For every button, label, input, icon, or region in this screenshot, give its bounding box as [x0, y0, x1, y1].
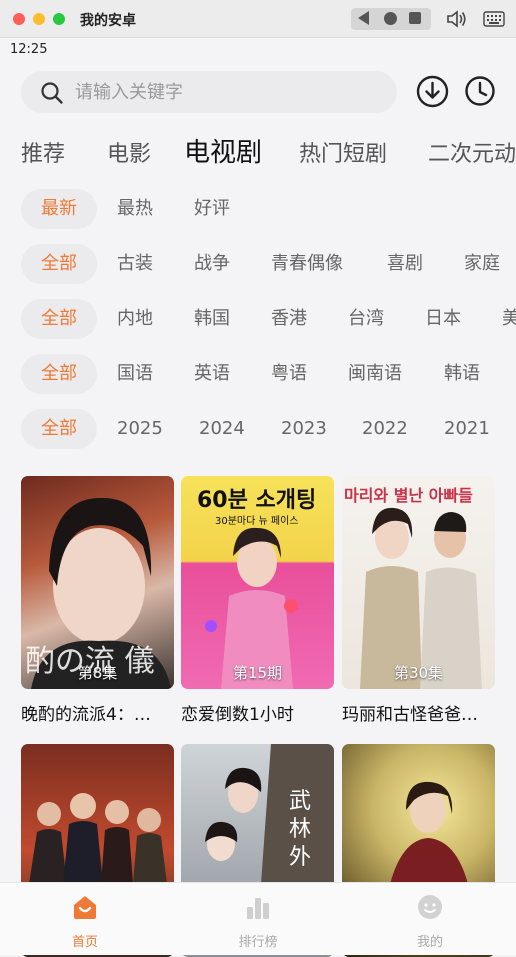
filter-genre-costume[interactable]: 古装: [117, 244, 153, 284]
filter-sort-latest[interactable]: 最新: [21, 189, 97, 229]
filter-language-english[interactable]: 英语: [194, 354, 230, 394]
volume-icon[interactable]: [446, 9, 468, 29]
ranking-icon: [247, 898, 269, 919]
filter-year-all[interactable]: 全部: [21, 409, 97, 449]
filter-year-2025[interactable]: 2025: [117, 409, 163, 449]
filter-year-2022[interactable]: 2022: [362, 409, 408, 449]
bottom-navigation: 首页 排行榜 我的: [0, 882, 516, 955]
search-bar[interactable]: [21, 71, 397, 113]
poster-art: [360, 507, 482, 689]
recents-icon[interactable]: [409, 12, 421, 24]
poster-image: 60분 소개팅 30분마다 뉴 페이스 第15期: [181, 476, 334, 689]
minimize-window-button[interactable]: [33, 13, 45, 25]
poster-image: 酌の流 儀 第8集: [21, 476, 174, 689]
filter-sort-top-rated[interactable]: 好评: [194, 189, 230, 229]
filter-row-genre: 全部 古装 战争 青春偶像 喜剧 家庭: [0, 244, 516, 284]
filter-row-year: 全部 2025 2024 2023 2022 2021: [0, 409, 516, 449]
nav-profile-label: 我的: [416, 935, 443, 950]
home-icon: [74, 896, 96, 919]
history-icon[interactable]: [464, 75, 496, 107]
nav-home-label: 首页: [71, 935, 98, 950]
filter-language-minnan[interactable]: 闽南语: [348, 354, 402, 394]
status-time: 12:25: [10, 42, 48, 57]
filter-language-korean[interactable]: 韩语: [444, 354, 480, 394]
poster-title-art: 60분 소개팅: [197, 488, 317, 513]
filter-genre-war[interactable]: 战争: [194, 244, 230, 284]
filter-year-2024[interactable]: 2024: [199, 409, 245, 449]
video-card[interactable]: 酌の流 儀 第8集 晚酌的流派4：…: [21, 476, 174, 726]
window-title: 我的安卓: [80, 13, 136, 29]
poster-subtitle-art: 30분마다 뉴 페이스: [215, 516, 299, 527]
maximize-window-button[interactable]: [53, 13, 65, 25]
filter-region-japan[interactable]: 日本: [425, 299, 461, 339]
keyboard-icon[interactable]: [483, 11, 505, 27]
episode-badge: 第30集: [393, 664, 444, 682]
poster-title-art: 武林外: [289, 789, 312, 870]
home-circle-icon[interactable]: [384, 12, 397, 25]
nav-ranking[interactable]: 排行榜: [198, 883, 318, 956]
filter-region-all[interactable]: 全部: [21, 299, 97, 339]
nav-ranking-label: 排行榜: [238, 935, 278, 950]
filter-genre-comedy[interactable]: 喜剧: [387, 244, 423, 284]
video-card[interactable]: [342, 744, 495, 957]
episode-badge: 第8集: [77, 664, 118, 682]
video-card[interactable]: 마리와 별난 아빠들 第30集 玛丽和古怪爸爸…: [342, 476, 495, 726]
filter-region-usa[interactable]: 美: [502, 299, 516, 339]
poster-title-art: 마리와 별난 아빠들: [344, 486, 473, 505]
filter-genre-youth-idol[interactable]: 青春偶像: [271, 244, 343, 284]
filter-region-hongkong[interactable]: 香港: [271, 299, 307, 339]
filter-language-mandarin[interactable]: 国语: [117, 354, 153, 394]
window-titlebar: 我的安卓: [0, 0, 516, 38]
profile-icon: [418, 895, 442, 919]
category-tabs: 推荐 电影 电视剧 热门短剧 二次元动: [0, 128, 516, 174]
filter-year-2023[interactable]: 2023: [281, 409, 327, 449]
tab-movies[interactable]: 电影: [107, 136, 151, 168]
filter-row-language: 全部 国语 英语 粤语 闽南语 韩语: [0, 354, 516, 394]
filter-sort-hottest[interactable]: 最热: [117, 189, 153, 229]
video-card[interactable]: [21, 744, 174, 957]
card-title: 恋爱倒数1小时: [181, 705, 294, 725]
tab-anime[interactable]: 二次元动: [428, 136, 516, 168]
episode-badge: 第15期: [232, 664, 283, 682]
filter-genre-family[interactable]: 家庭: [464, 244, 500, 284]
search-icon: [41, 82, 63, 104]
card-title: 玛丽和古怪爸爸…: [342, 705, 478, 725]
filter-language-all[interactable]: 全部: [21, 354, 97, 394]
filter-year-2021[interactable]: 2021: [444, 409, 490, 449]
back-icon[interactable]: [358, 11, 369, 25]
filter-language-cantonese[interactable]: 粤语: [271, 354, 307, 394]
download-icon[interactable]: [416, 75, 449, 108]
filter-region-korea[interactable]: 韩国: [194, 299, 230, 339]
tab-recommend[interactable]: 推荐: [21, 136, 65, 168]
tab-short-dramas[interactable]: 热门短剧: [299, 136, 387, 168]
search-input[interactable]: [75, 71, 375, 113]
card-title: 晚酌的流派4：…: [21, 705, 151, 725]
video-card[interactable]: 武林外: [181, 744, 334, 957]
filter-region-mainland[interactable]: 内地: [117, 299, 153, 339]
filter-row-sort: 最新 最热 好评: [0, 189, 516, 229]
video-card[interactable]: 60분 소개팅 30분마다 뉴 페이스 第15期 恋爱倒数1小时: [181, 476, 334, 726]
nav-home[interactable]: 首页: [25, 883, 145, 956]
filter-region-taiwan[interactable]: 台湾: [348, 299, 384, 339]
filter-row-region: 全部 内地 韩国 香港 台湾 日本 美: [0, 299, 516, 339]
poster-image: 마리와 별난 아빠들 第30集: [342, 476, 495, 689]
nav-profile[interactable]: 我的: [370, 883, 490, 956]
close-window-button[interactable]: [13, 13, 25, 25]
filter-genre-all[interactable]: 全部: [21, 244, 97, 284]
tab-tv-series[interactable]: 电视剧: [184, 132, 262, 169]
